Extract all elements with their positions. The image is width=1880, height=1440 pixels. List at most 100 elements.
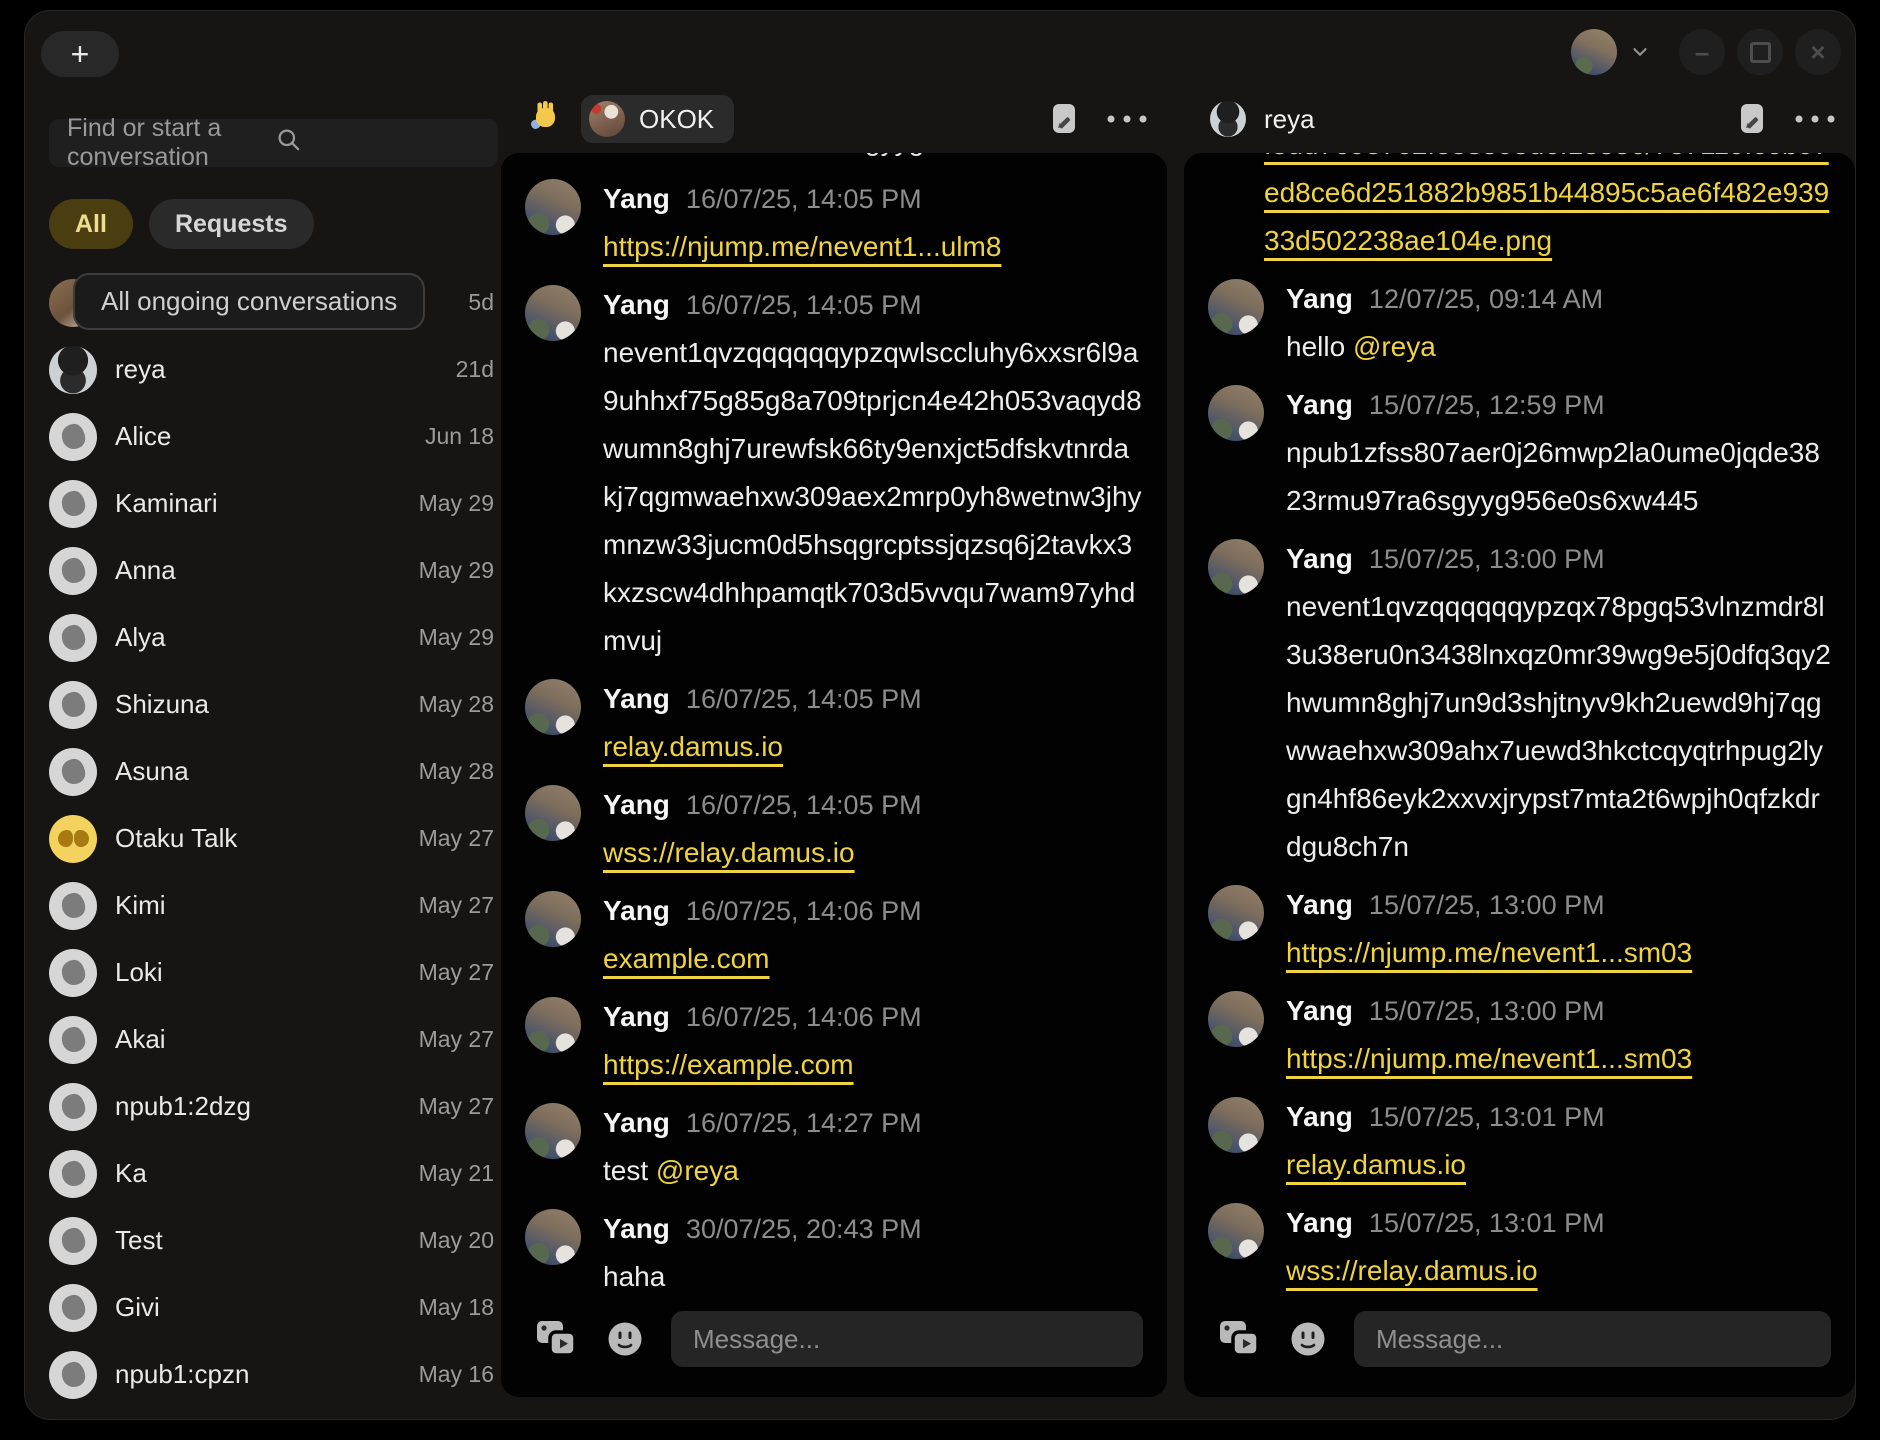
message-link[interactable]: relay.damus.io: [603, 731, 783, 762]
message-link[interactable]: f8dd769e762fe83595d6f13586/7e7119fc6b07e…: [1264, 153, 1829, 256]
app-window: + – × Find or start a conversation All R…: [24, 10, 1856, 1420]
message: Yang12/07/25, 09:14 AMhello @reya: [1184, 275, 1855, 371]
message-link[interactable]: wss://relay.damus.io: [1286, 1255, 1538, 1286]
default-avatar[interactable]: [49, 1083, 97, 1131]
reya-avatar[interactable]: [1210, 101, 1246, 137]
conversation-row[interactable]: KaminariMay 29: [49, 470, 498, 537]
default-avatar[interactable]: [49, 949, 97, 997]
default-avatar[interactable]: [49, 1284, 97, 1332]
default-avatar[interactable]: [49, 882, 97, 930]
message-content: Yang15/07/25, 13:01 PM wss://relay.damus.…: [1286, 1199, 1831, 1295]
mention-link[interactable]: @reya: [1353, 331, 1436, 362]
message-meta: Yang16/07/25, 14:05 PM: [603, 675, 1143, 723]
media-picker-button[interactable]: [535, 1319, 579, 1359]
message-timestamp: 16/07/25, 14:27 PM: [686, 1108, 922, 1138]
compose-note-icon[interactable]: [1733, 98, 1771, 140]
yang-avatar[interactable]: [525, 179, 581, 235]
conversation-row[interactable]: AnnaMay 29: [49, 537, 498, 604]
default-avatar[interactable]: [49, 748, 97, 796]
yang-avatar[interactable]: [525, 997, 581, 1053]
new-conversation-button[interactable]: +: [41, 31, 119, 77]
default-avatar[interactable]: [49, 480, 97, 528]
conversation-row[interactable]: Otaku TalkMay 27: [49, 805, 498, 872]
compose-note-icon[interactable]: [1045, 98, 1083, 140]
yang-avatar[interactable]: [525, 679, 581, 735]
message-link[interactable]: https://njump.me/nevent1...sm03: [1286, 937, 1692, 968]
message-content: Yang12/07/25, 09:14 AMhello @reya: [1286, 275, 1831, 371]
message-body: nevent1qvzqqqqqqypzqwlsccluhy6xxsr6l9a9u…: [603, 329, 1143, 665]
yang-avatar[interactable]: [1208, 1203, 1264, 1259]
avatar-blob: [60, 1160, 85, 1187]
tab-all[interactable]: All: [49, 199, 133, 249]
message-link[interactable]: https://njump.me/nevent1...sm03: [1286, 1043, 1692, 1074]
conversation-name: reya: [115, 354, 438, 385]
yang-avatar[interactable]: [1208, 385, 1264, 441]
media-picker-button[interactable]: [1218, 1319, 1262, 1359]
emoji-button[interactable]: [605, 1319, 645, 1359]
close-button[interactable]: ×: [1795, 29, 1841, 75]
message-link[interactable]: wss://relay.damus.io: [603, 837, 855, 868]
message-input[interactable]: [1354, 1311, 1831, 1367]
yang-avatar[interactable]: [525, 1103, 581, 1159]
default-avatar[interactable]: [49, 614, 97, 662]
more-options-icon[interactable]: [1789, 110, 1841, 128]
yang-avatar[interactable]: [1208, 539, 1264, 595]
message-text: haha: [603, 1261, 665, 1292]
message: Yang16/07/25, 14:27 PMtest @reya: [501, 1099, 1167, 1195]
yang-avatar[interactable]: [525, 785, 581, 841]
conversation-row[interactable]: AkaiMay 27: [49, 1006, 498, 1073]
yang-avatar[interactable]: [525, 891, 581, 947]
chat-title-chip[interactable]: OKOK: [581, 95, 734, 143]
yang-avatar[interactable]: [525, 285, 581, 341]
yang-avatar[interactable]: [1208, 279, 1264, 335]
mention-link[interactable]: @reya: [656, 1155, 739, 1186]
yang-avatar[interactable]: [1208, 991, 1264, 1047]
conversation-row[interactable]: AsunaMay 28: [49, 738, 498, 805]
default-avatar[interactable]: [49, 1217, 97, 1265]
chat-column-okok: OKOK gyyg Yang16/07/25, 14:05 PM https://nj…: [501, 95, 1167, 1397]
message-meta: Yang15/07/25, 13:01 PM: [1286, 1199, 1831, 1247]
conversation-row[interactable]: AliceJun 18: [49, 403, 498, 470]
yang-avatar[interactable]: [1208, 885, 1264, 941]
default-avatar[interactable]: [49, 547, 97, 595]
message-text: nevent1qvzqqqqqqypzqwlsccluhy6xxsr6l9a9u…: [603, 337, 1142, 656]
chevron-down-icon[interactable]: [1629, 41, 1651, 63]
conversation-row[interactable]: LokiMay 27: [49, 939, 498, 1006]
maximize-button[interactable]: [1737, 29, 1783, 75]
conversation-row[interactable]: KimiMay 27: [49, 872, 498, 939]
message-input[interactable]: [671, 1311, 1143, 1367]
default-avatar[interactable]: [49, 1150, 97, 1198]
default-avatar[interactable]: [49, 681, 97, 729]
more-options-icon[interactable]: [1101, 110, 1153, 128]
message-content: Yang15/07/25, 12:59 PMnpub1zfss807aer0j2…: [1286, 381, 1831, 525]
message-timestamp: 16/07/25, 14:06 PM: [686, 1002, 922, 1032]
message-link[interactable]: https://example.com: [603, 1049, 854, 1080]
message-link[interactable]: https://njump.me/nevent1...ulm8: [603, 231, 1001, 262]
tab-requests[interactable]: Requests: [149, 199, 314, 249]
okok-avatar[interactable]: [589, 101, 625, 137]
conversation-row[interactable]: reya21d: [49, 336, 498, 403]
account-avatar[interactable]: [1571, 29, 1617, 75]
conversation-row[interactable]: AlyaMay 29: [49, 604, 498, 671]
message-link[interactable]: example.com: [603, 943, 770, 974]
yang-avatar[interactable]: [1208, 1097, 1264, 1153]
default-avatar[interactable]: [49, 1016, 97, 1064]
conversation-row[interactable]: ShizunaMay 28: [49, 671, 498, 738]
conversation-row[interactable]: npub1:cpznMay 16: [49, 1341, 498, 1408]
conversation-row[interactable]: KaMay 21: [49, 1140, 498, 1207]
message-content: Yang15/07/25, 13:00 PMnevent1qvzqqqqqqyp…: [1286, 535, 1831, 871]
message-link[interactable]: relay.damus.io: [1286, 1149, 1466, 1180]
default-avatar[interactable]: [49, 1351, 97, 1399]
reya-avatar[interactable]: [49, 346, 97, 394]
avatar-blob: [60, 1361, 85, 1388]
conversation-row[interactable]: GiviMay 18: [49, 1274, 498, 1341]
otaku-avatar[interactable]: [49, 815, 97, 863]
default-avatar[interactable]: [49, 413, 97, 461]
message-text: gyyg: [865, 153, 924, 156]
search-input[interactable]: Find or start a conversation: [49, 119, 498, 167]
conversation-row[interactable]: TestMay 20: [49, 1207, 498, 1274]
conversation-row[interactable]: npub1:2dzgMay 27: [49, 1073, 498, 1140]
minimize-button[interactable]: –: [1679, 29, 1725, 75]
yang-avatar[interactable]: [525, 1209, 581, 1265]
emoji-button[interactable]: [1288, 1319, 1328, 1359]
